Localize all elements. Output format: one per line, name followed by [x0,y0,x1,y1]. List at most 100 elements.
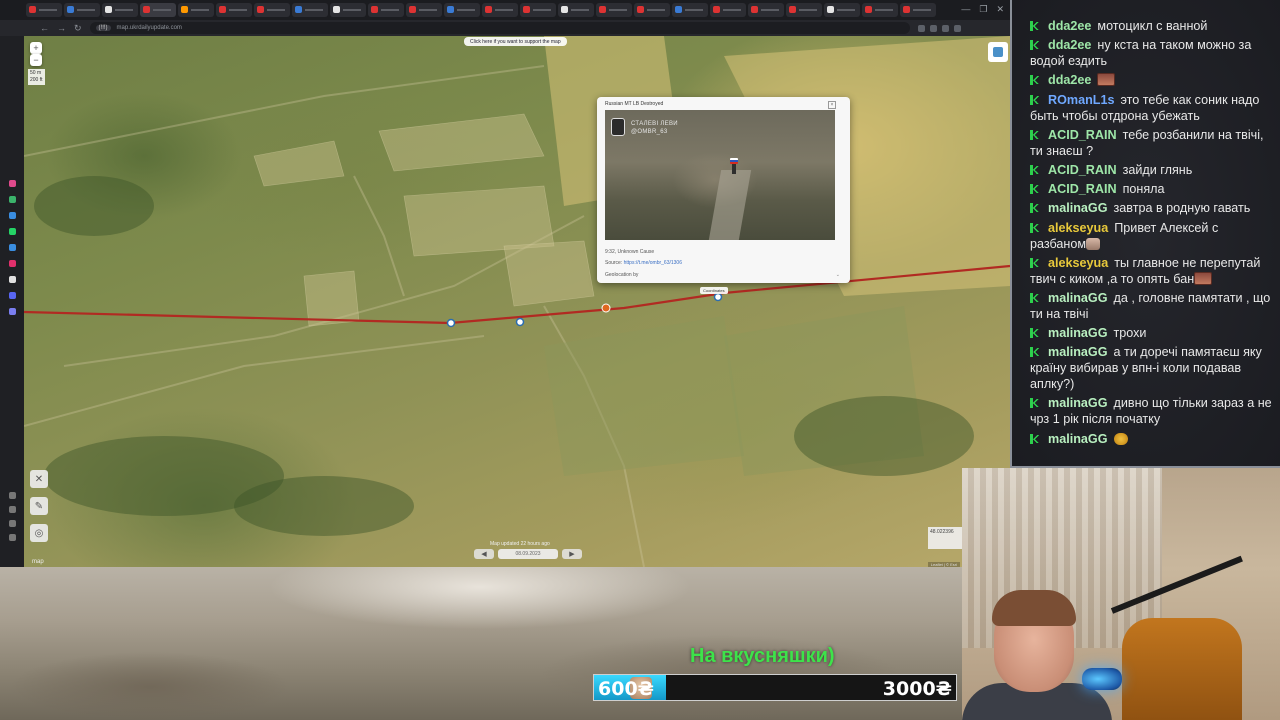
extension-icon[interactable] [953,24,961,32]
browser-tab[interactable] [748,3,784,17]
kick-badge-icon [1030,94,1040,105]
donation-goal-amount: 3000₴ [882,678,952,700]
browser-tab[interactable] [824,3,860,17]
minimize-button[interactable]: — [961,4,970,15]
browser-tab[interactable] [140,3,176,17]
browser-tab[interactable] [482,3,518,17]
map-marker[interactable] [601,303,611,313]
reload-icon[interactable]: ↻ [74,23,82,34]
chat-username[interactable]: ACID_RAIN [1048,163,1117,177]
browser-tab[interactable] [26,3,62,17]
forward-icon[interactable]: → [57,23,66,33]
chat-message: alekseyua ты главное не перепутай твич с … [1030,255,1272,287]
chat-message: dda2ee мотоцикл с ванной [1030,18,1272,34]
popup-close-button[interactable]: × [828,101,836,109]
streamer-hair [992,590,1076,626]
map-marker[interactable] [515,317,525,327]
chat-username[interactable]: dda2ee [1048,38,1091,52]
layers-button[interactable] [988,42,1008,62]
help-icon[interactable] [9,534,16,541]
chat-username[interactable]: malinaGG [1048,432,1108,446]
browser-tab[interactable] [406,3,442,17]
browser-tab[interactable] [900,3,936,17]
browser-tab[interactable] [710,3,746,17]
browser-tab[interactable] [672,3,708,17]
kick-badge-icon [1030,40,1040,51]
chat-message: ACID_RAIN поняла [1030,181,1272,197]
popup-title: Russian MT LB Destroyed [605,101,664,107]
chat-username[interactable]: ACID_RAIN [1048,182,1117,196]
browser-tab[interactable] [64,3,100,17]
app-icon[interactable] [9,260,16,267]
browser-tab[interactable] [178,3,214,17]
app-icon[interactable] [9,308,16,315]
chat-username[interactable]: ROmanL1s [1048,93,1115,107]
app-icon[interactable] [9,196,16,203]
browser-tab[interactable] [292,3,328,17]
layers-icon [993,47,1003,57]
site-info-chip[interactable]: (!!!) [95,25,111,31]
browser-tab[interactable] [368,3,404,17]
draw-tool-button[interactable]: ✎ [30,497,48,515]
chat-username[interactable]: malinaGG [1048,345,1108,359]
zoom-out-button[interactable]: − [30,54,42,66]
coordinates-label[interactable]: Coordinates [700,287,728,294]
satellite-terrain [24,36,1010,567]
date-field[interactable]: 08.09.2023 [498,549,558,559]
back-icon[interactable]: ← [40,23,49,33]
chat-username[interactable]: alekseyua [1048,221,1108,235]
browser-tab[interactable] [634,3,670,17]
map-marker[interactable] [713,292,723,302]
browser-tab[interactable] [558,3,594,17]
scroll-down-icon[interactable]: ⌄ [836,272,840,278]
maximize-button[interactable]: ❐ [979,4,987,15]
browser-tab[interactable] [862,3,898,17]
chat-emote-icon [1113,432,1128,445]
downloads-icon[interactable] [9,506,16,513]
chat-username[interactable]: malinaGG [1048,396,1108,410]
browser-tab[interactable] [444,3,480,17]
browser-tab[interactable] [596,3,632,17]
browser-tab[interactable] [254,3,290,17]
chat-text: завтра в родную гавать [1113,201,1251,216]
donation-progress-bar: 600₴ 3000₴ [593,674,957,701]
chat-username[interactable]: malinaGG [1048,201,1108,215]
browser-tab[interactable] [102,3,138,17]
video-path [708,170,752,240]
next-date-button[interactable]: ▶ [562,549,582,559]
browser-tab[interactable] [330,3,366,17]
chat-username[interactable]: alekseyua [1048,256,1108,270]
app-icon[interactable] [9,212,16,219]
kick-badge-icon [1030,257,1040,268]
chat-username[interactable]: ACID_RAIN [1048,128,1117,142]
app-icon[interactable] [9,180,16,187]
browser-tab[interactable] [216,3,252,17]
browser-side-rail [0,36,24,567]
browser-tab[interactable] [520,3,556,17]
extension-icon[interactable] [929,24,937,32]
prev-date-button[interactable]: ◀ [474,549,494,559]
locate-tool-button[interactable]: ◎ [30,524,48,542]
chat-username[interactable]: dda2ee [1048,73,1091,87]
chat-username[interactable]: malinaGG [1048,291,1108,305]
app-icon[interactable] [9,292,16,299]
source-link[interactable]: https://t.me/ombr_63/1306 [624,260,682,266]
chat-username[interactable]: malinaGG [1048,326,1108,340]
app-icon[interactable] [9,228,16,235]
app-icon[interactable] [9,276,16,283]
map-view[interactable]: + − 50 m 200 ft Click here if you want t… [24,36,1010,567]
extension-icon[interactable] [917,24,925,32]
browser-tab[interactable] [786,3,822,17]
chat-username[interactable]: dda2ee [1048,19,1091,33]
history-icon[interactable] [9,492,16,499]
settings-icon[interactable] [9,520,16,527]
zoom-in-button[interactable]: + [30,42,42,54]
extension-icon[interactable] [941,24,949,32]
close-window-button[interactable]: ✕ [996,4,1004,15]
measure-tool-button[interactable]: ✕ [30,470,48,488]
url-input[interactable]: (!!!) map.ukrdailyupdate.com [89,22,910,34]
popup-video[interactable]: СТАЛЕВІ ЛЕВИ @OMBR_63 [605,110,835,240]
support-banner[interactable]: Click here if you want to support the ma… [464,37,567,46]
map-marker[interactable] [446,318,456,328]
app-icon[interactable] [9,244,16,251]
